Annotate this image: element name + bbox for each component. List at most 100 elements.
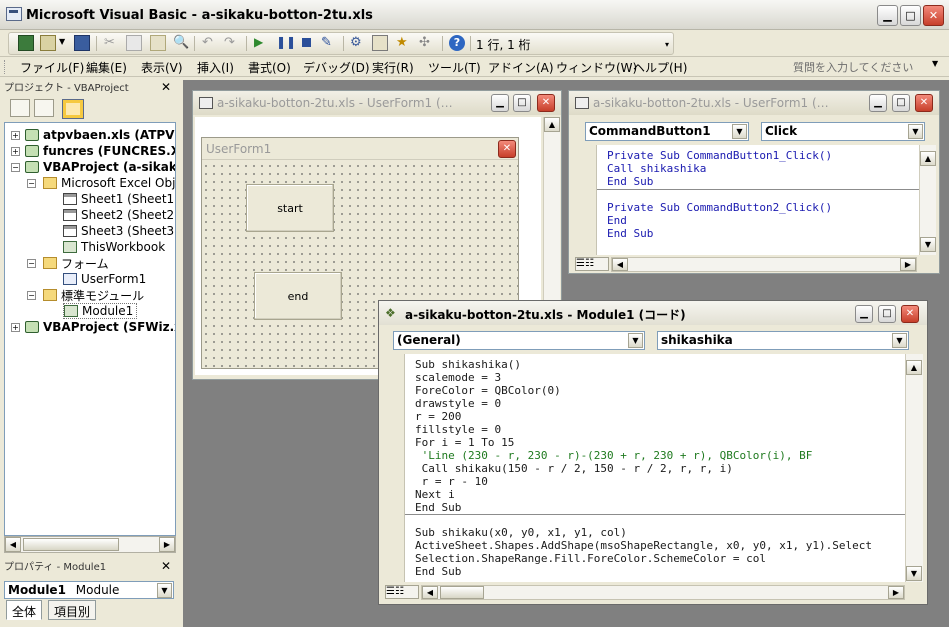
scroll-thumb[interactable] <box>23 538 119 551</box>
scroll-left-icon[interactable]: ◀ <box>5 537 21 552</box>
scroll-left-icon[interactable]: ◀ <box>422 586 438 599</box>
procedure-dropdown[interactable]: shikashika ▼ <box>657 331 909 350</box>
menu-edit[interactable]: 編集(E) <box>86 59 127 76</box>
run-icon[interactable]: ▶ <box>254 35 270 51</box>
tree-item-standard-modules[interactable]: 標準モジュール <box>43 287 144 303</box>
module-code-hscrollbar[interactable]: ◀ ▶ <box>421 585 905 600</box>
scroll-right-icon[interactable]: ▶ <box>159 537 175 552</box>
chevron-down-icon[interactable]: ▼ <box>892 333 907 348</box>
menu-window[interactable]: ウィンドウ(W) <box>556 59 637 76</box>
collapse-icon[interactable]: − <box>27 291 36 300</box>
tree-item-sfwiz[interactable]: VBAProject (SFWiz.xl <box>25 319 175 335</box>
chevron-down-icon[interactable]: ▼ <box>59 37 65 46</box>
close-icon[interactable]: ✕ <box>161 80 171 94</box>
close-icon[interactable]: ✕ <box>537 94 555 112</box>
menu-grip[interactable] <box>4 60 7 74</box>
minimize-icon[interactable]: ▁ <box>869 94 887 112</box>
close-icon[interactable]: ✕ <box>915 94 933 112</box>
menu-debug[interactable]: デバッグ(D) <box>303 59 370 76</box>
properties-window-icon[interactable] <box>372 35 388 51</box>
collapse-icon[interactable]: − <box>11 163 20 172</box>
cut-icon[interactable]: ✂ <box>104 35 120 51</box>
end-button[interactable]: end <box>254 272 342 320</box>
tree-item-atpvbaen[interactable]: atpvbaen.xls (ATPVB <box>25 127 175 143</box>
chevron-down-icon[interactable]: ▼ <box>732 124 747 139</box>
form-code-hscrollbar[interactable]: ◀ ▶ <box>611 257 917 272</box>
save-icon[interactable] <box>74 35 90 51</box>
menu-view[interactable]: 表示(V) <box>141 59 183 76</box>
maximize-icon[interactable]: □ <box>513 94 531 112</box>
properties-object-select[interactable]: Module1 Module ▼ <box>4 581 174 599</box>
tree-item-userform1[interactable]: UserForm1 <box>63 271 146 287</box>
maximize-icon[interactable]: □ <box>900 5 921 26</box>
tree-item-vbaproject-a-sikaku[interactable]: VBAProject (a-sikak <box>25 159 175 175</box>
tab-categorized[interactable]: 項目別 <box>48 600 97 620</box>
chevron-down-icon[interactable]: ▼ <box>932 59 938 68</box>
scroll-right-icon[interactable]: ▶ <box>888 586 904 599</box>
toggle-folders-icon[interactable] <box>62 99 84 119</box>
project-tree-hscrollbar[interactable]: ◀ ▶ <box>4 536 176 553</box>
module-code-vscrollbar[interactable]: ▲ ▼ <box>905 354 923 582</box>
minimize-icon[interactable]: ▁ <box>491 94 509 112</box>
pause-icon[interactable]: ❚❚ <box>276 35 296 51</box>
scroll-up-icon[interactable]: ▲ <box>544 117 560 132</box>
menu-run[interactable]: 実行(R) <box>372 59 414 76</box>
expand-icon[interactable]: + <box>11 323 20 332</box>
undo-icon[interactable]: ↶ <box>202 35 218 51</box>
menu-insert[interactable]: 挿入(I) <box>197 59 234 76</box>
toolbox-icon[interactable]: ✣ <box>419 35 435 51</box>
tree-item-funcres[interactable]: funcres (FUNCRES.XI <box>25 143 175 159</box>
object-browser-icon[interactable]: ★ <box>396 35 412 51</box>
tree-item-sheet1[interactable]: Sheet1 (Sheet1) <box>63 191 175 207</box>
tree-item-forms[interactable]: フォーム <box>43 255 109 271</box>
view-object-icon[interactable] <box>34 99 54 117</box>
chevron-down-icon[interactable]: ▼ <box>908 124 923 139</box>
tree-item-module1[interactable]: Module1 <box>63 303 138 319</box>
insert-userform-icon[interactable] <box>40 35 56 51</box>
help-search-input[interactable]: 質問を入力してください <box>793 59 943 75</box>
copy-icon[interactable] <box>126 35 142 51</box>
expand-icon[interactable]: + <box>11 131 20 140</box>
view-toggle-icon[interactable]: ☰☷ <box>575 257 609 271</box>
chevron-down-icon[interactable]: ▼ <box>628 333 643 348</box>
close-icon[interactable]: ✕ <box>901 305 919 323</box>
scroll-right-icon[interactable]: ▶ <box>900 258 916 271</box>
scroll-left-icon[interactable]: ◀ <box>612 258 628 271</box>
module-code-editor[interactable]: Sub shikashika() scalemode = 3 ForeColor =… <box>405 354 905 582</box>
maximize-icon[interactable]: □ <box>878 305 896 323</box>
tree-item-excel-objects[interactable]: Microsoft Excel Objec <box>43 175 175 191</box>
stop-icon[interactable] <box>299 35 315 51</box>
find-icon[interactable]: 🔍 <box>173 35 189 51</box>
scroll-thumb[interactable] <box>440 586 484 599</box>
close-icon[interactable]: ✕ <box>498 140 516 158</box>
collapse-icon[interactable]: − <box>27 179 36 188</box>
scroll-down-icon[interactable]: ▼ <box>920 237 936 252</box>
tab-alphabetic[interactable]: 全体 <box>6 600 43 620</box>
start-button[interactable]: start <box>246 184 334 232</box>
procedure-dropdown[interactable]: Click ▼ <box>761 122 925 141</box>
paste-icon[interactable] <box>150 35 166 51</box>
close-icon[interactable]: ✕ <box>161 559 171 573</box>
chevron-down-icon[interactable]: ▼ <box>157 583 172 598</box>
close-icon[interactable]: ✕ <box>923 5 944 26</box>
menu-addins[interactable]: アドイン(A) <box>488 59 554 76</box>
redo-icon[interactable]: ↷ <box>224 35 240 51</box>
tree-item-sheet2[interactable]: Sheet2 (Sheet2) <box>63 207 175 223</box>
project-explorer-icon[interactable]: ⚙ <box>350 35 366 51</box>
collapse-icon[interactable]: − <box>27 259 36 268</box>
help-icon[interactable]: ? <box>449 35 465 51</box>
minimize-icon[interactable]: ▁ <box>855 305 873 323</box>
expand-icon[interactable]: + <box>11 147 20 156</box>
form-code-vscrollbar[interactable]: ▲ ▼ <box>919 145 936 255</box>
minimize-icon[interactable]: ▁ <box>877 5 898 26</box>
scroll-down-icon[interactable]: ▼ <box>906 566 922 581</box>
menu-format[interactable]: 書式(O) <box>248 59 291 76</box>
menu-file[interactable]: ファイル(F) <box>20 59 84 76</box>
object-dropdown[interactable]: CommandButton1 ▼ <box>585 122 749 141</box>
scroll-up-icon[interactable]: ▲ <box>920 151 936 166</box>
view-toggle-icon[interactable]: ☰☷ <box>385 585 419 599</box>
tree-item-sheet3[interactable]: Sheet3 (Sheet3) <box>63 223 175 239</box>
tree-item-thisworkbook[interactable]: ThisWorkbook <box>63 239 165 255</box>
scroll-up-icon[interactable]: ▲ <box>906 360 922 375</box>
maximize-icon[interactable]: □ <box>892 94 910 112</box>
